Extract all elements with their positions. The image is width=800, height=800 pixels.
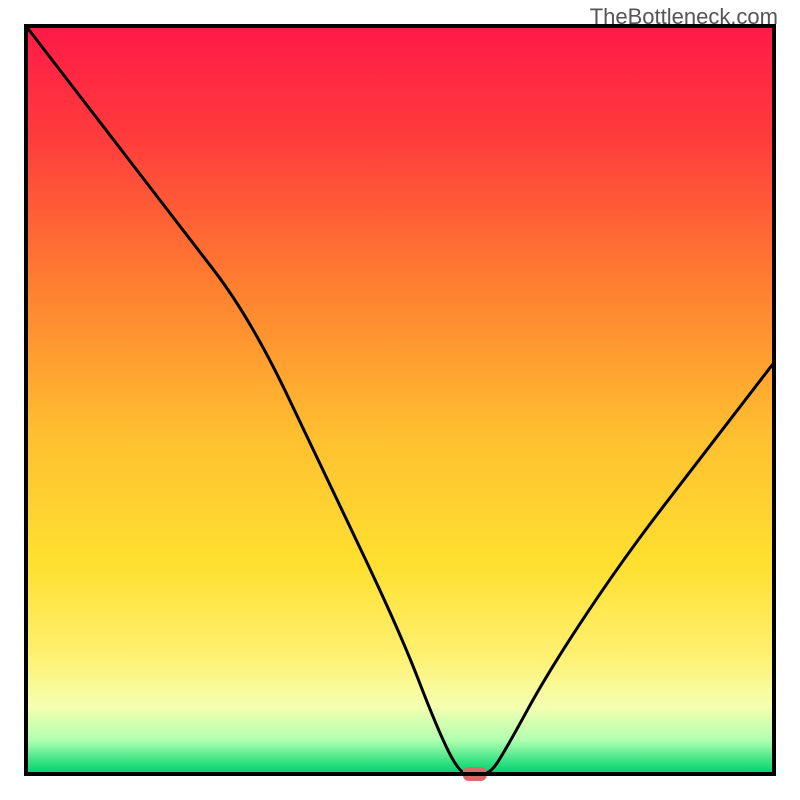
watermark-text: TheBottleneck.com xyxy=(590,4,778,30)
chart-canvas xyxy=(0,0,800,800)
gradient-background xyxy=(26,26,774,774)
bottleneck-chart: TheBottleneck.com xyxy=(0,0,800,800)
